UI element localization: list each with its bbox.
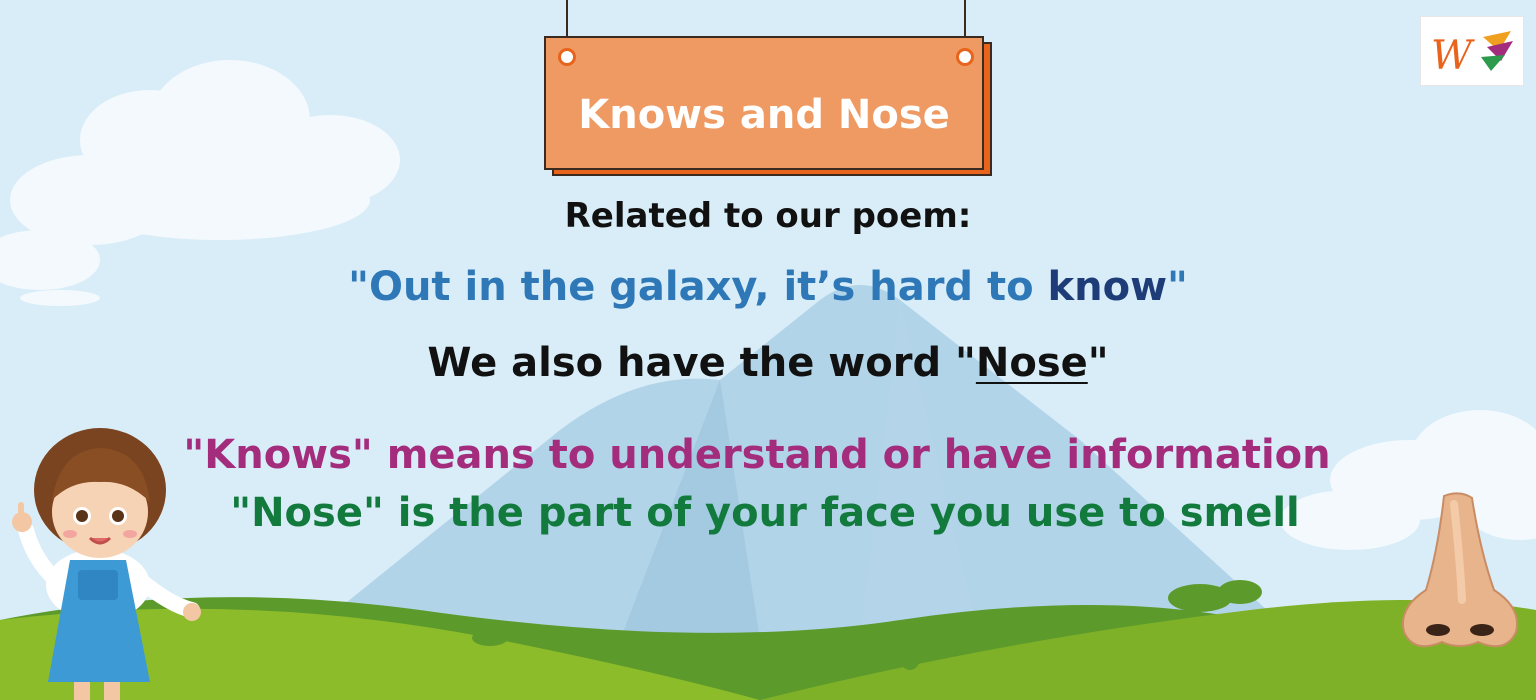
title-sign: Knows and Nose — [544, 0, 992, 176]
poem-quote-end: " — [1167, 264, 1188, 310]
nose-illustration — [1402, 492, 1518, 648]
w-logo-icon: W — [1431, 31, 1513, 79]
girl-illustration — [12, 428, 201, 700]
also-prefix: We also have the word " — [427, 340, 976, 386]
poem-quote-text: "Out in the galaxy, it’s hard to — [348, 264, 1048, 310]
sign-ring-left — [558, 48, 576, 66]
knows-definition: "Knows" means to understand or have info… — [183, 432, 1331, 478]
related-line: Related to our poem: — [564, 196, 972, 236]
also-line: We also have the word "Nose" — [0, 340, 1536, 386]
poem-quote-keyword: know — [1047, 264, 1168, 310]
also-word: Nose — [975, 340, 1088, 386]
page-title: Knows and Nose — [578, 92, 950, 138]
sign-ring-right — [956, 48, 974, 66]
logo: W — [1420, 16, 1524, 86]
also-suffix: " — [1087, 340, 1109, 386]
nose-definition: "Nose" is the part of your face you use … — [230, 490, 1300, 536]
svg-text:W: W — [1431, 33, 1475, 79]
poem-quote: "Out in the galaxy, it’s hard to know" — [0, 264, 1536, 310]
